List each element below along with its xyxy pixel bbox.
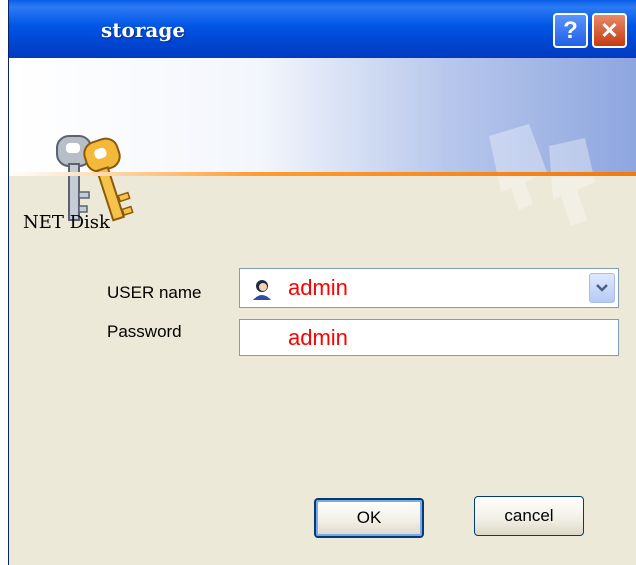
section-title: NET Disk bbox=[23, 212, 110, 233]
user-name-combobox[interactable]: admin bbox=[239, 268, 619, 308]
close-icon: ✕ bbox=[600, 17, 619, 43]
user-icon bbox=[253, 280, 271, 300]
ok-button-label: OK bbox=[356, 508, 382, 527]
login-dialog: storage ? ✕ NET Disk USER name admin Pas… bbox=[8, 0, 636, 565]
help-button[interactable]: ? bbox=[553, 13, 588, 48]
window-title: storage bbox=[101, 18, 186, 42]
cancel-button-label: cancel bbox=[504, 506, 554, 525]
user-name-label: USER name bbox=[107, 283, 202, 302]
dropdown-button[interactable] bbox=[589, 273, 615, 303]
title-bar[interactable]: storage ? ✕ bbox=[9, 0, 636, 58]
user-name-value: admin bbox=[288, 275, 348, 300]
password-value: admin bbox=[288, 325, 348, 350]
cancel-button[interactable]: cancel bbox=[474, 496, 584, 536]
header-banner bbox=[9, 58, 636, 226]
chevron-down-icon bbox=[596, 284, 608, 292]
close-button[interactable]: ✕ bbox=[592, 13, 627, 48]
banner-divider bbox=[9, 172, 636, 176]
password-field[interactable]: admin bbox=[239, 319, 619, 356]
password-label: Password bbox=[107, 322, 182, 341]
help-icon: ? bbox=[563, 16, 578, 44]
ok-button[interactable]: OK bbox=[314, 498, 424, 538]
background-strip bbox=[0, 0, 8, 565]
